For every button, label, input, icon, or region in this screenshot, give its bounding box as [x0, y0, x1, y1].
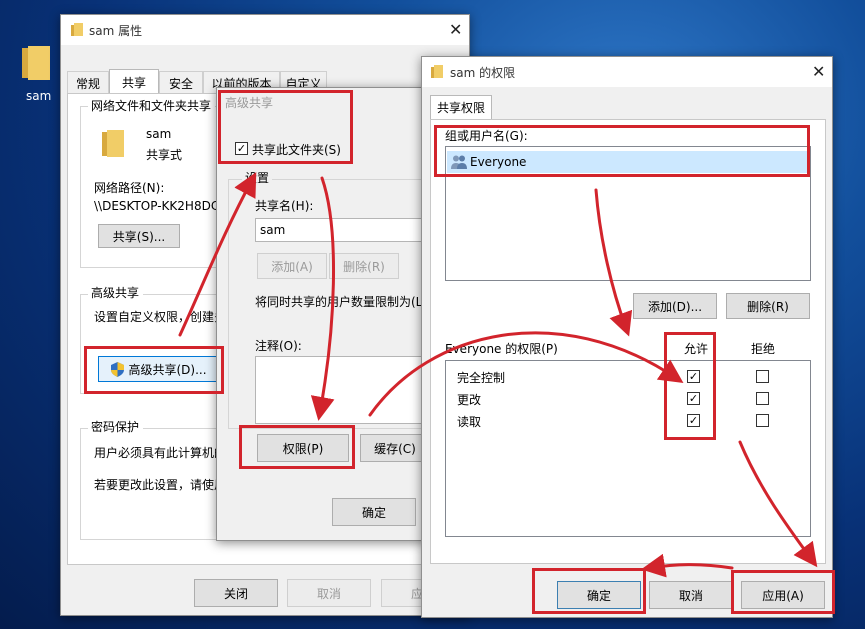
properties-title: sam 属性	[89, 24, 143, 38]
folder-icon	[102, 130, 124, 157]
highlight-advanced-title	[218, 90, 353, 164]
highlight-apply-button	[731, 570, 835, 614]
folder-icon	[22, 46, 50, 80]
cancel-button[interactable]: 取消	[287, 579, 371, 607]
permissions-titlebar: sam 的权限 ✕	[422, 57, 832, 87]
highlight-group-list	[434, 125, 810, 177]
advanced-ok-button[interactable]: 确定	[332, 498, 416, 526]
highlight-ok-button	[532, 568, 646, 614]
deny-full-control-checkbox[interactable]	[756, 370, 769, 383]
close-button[interactable]: 关闭	[194, 579, 278, 607]
folder-name: sam	[146, 127, 172, 141]
comment-label: 注释(O):	[255, 339, 302, 353]
advanced-share-heading: 高级共享	[88, 284, 144, 301]
folder-icon	[71, 23, 83, 36]
highlight-permissions-button	[239, 425, 355, 469]
network-path-value: \\DESKTOP-KK2H8DC	[94, 199, 220, 213]
permissions-cancel-button[interactable]: 取消	[649, 581, 733, 609]
tab-sharing[interactable]: 共享	[109, 69, 159, 94]
perm-row-read: 读取	[457, 415, 482, 429]
close-icon[interactable]: ✕	[812, 64, 825, 80]
permissions-title: sam 的权限	[450, 66, 516, 80]
add-user-button[interactable]: 添加(D)...	[633, 293, 717, 319]
permissions-list: 完全控制 ✓ 更改 ✓ 读取 ✓	[445, 360, 811, 537]
tab-security[interactable]: 安全	[159, 71, 203, 94]
password-desc-2: 若要更改此设置，请使用	[94, 478, 227, 492]
settings-heading: 设置	[242, 169, 273, 186]
password-heading: 密码保护	[88, 418, 144, 435]
network-share-heading: 网络文件和文件夹共享	[88, 97, 216, 114]
deny-heading: 拒绝	[751, 342, 776, 356]
remove-user-button[interactable]: 删除(R)	[726, 293, 810, 319]
add-share-button[interactable]: 添加(A)	[257, 253, 327, 279]
permissions-heading: Everyone 的权限(P)	[445, 342, 558, 356]
perm-row-full-control: 完全控制	[457, 371, 506, 385]
share-name-input[interactable]: sam	[255, 218, 428, 242]
desktop-folder-label: sam	[26, 89, 52, 103]
share-permissions-page: 组或用户名(G): Everyone 添加(D)... 删除(R) Everyo…	[430, 119, 826, 564]
share-state: 共享式	[146, 148, 183, 162]
properties-titlebar: sam 属性 ✕	[61, 15, 469, 45]
advanced-share-desc: 设置自定义权限，创建多	[94, 310, 227, 324]
tab-general[interactable]: 常规	[67, 71, 109, 94]
perm-row-change: 更改	[457, 393, 482, 407]
close-icon[interactable]: ✕	[449, 22, 462, 38]
remove-share-button[interactable]: 删除(R)	[329, 253, 399, 279]
share-name-value: sam	[260, 223, 286, 237]
cache-button[interactable]: 缓存(C)	[360, 434, 430, 462]
highlight-allow-column	[664, 332, 716, 440]
network-path-label: 网络路径(N):	[94, 181, 165, 195]
user-limit-label: 将同时共享的用户数量限制为(L)	[255, 295, 428, 309]
password-desc-1: 用户必须具有此计算机的	[94, 446, 227, 460]
share-name-label: 共享名(H):	[255, 199, 314, 213]
folder-icon	[431, 65, 443, 78]
share-button[interactable]: 共享(S)...	[98, 224, 180, 248]
tab-share-permissions[interactable]: 共享权限	[430, 95, 492, 119]
comment-input[interactable]	[255, 356, 428, 424]
deny-read-checkbox[interactable]	[756, 414, 769, 427]
highlight-advanced-button	[84, 346, 224, 394]
deny-change-checkbox[interactable]	[756, 392, 769, 405]
